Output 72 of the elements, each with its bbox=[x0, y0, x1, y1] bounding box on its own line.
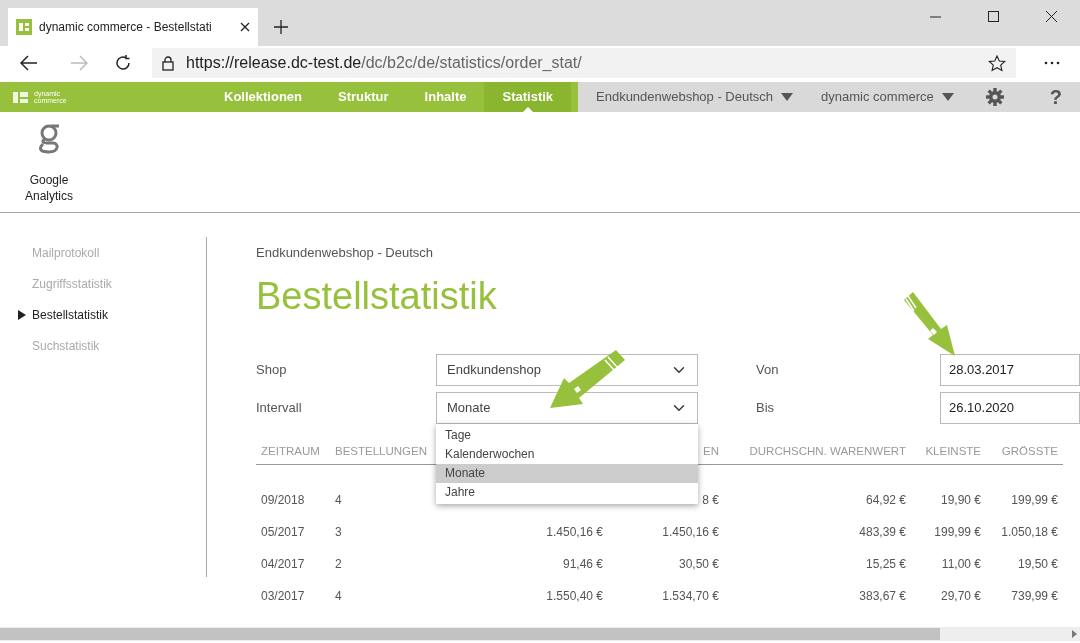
dropdown-option[interactable]: Monate bbox=[436, 464, 698, 483]
column-header: KLEINSTE bbox=[911, 436, 986, 465]
app-launcher[interactable]: Google Analytics bbox=[18, 112, 80, 212]
table-cell-text: 383,67 € bbox=[858, 588, 907, 606]
address-bar[interactable]: https://release.dc-test.de/dc/b2c/de/statistics/order_stat/ bbox=[152, 48, 1016, 78]
nav-dropdown[interactable]: Endkundenwebshop - Deutsch bbox=[596, 87, 794, 107]
date-field[interactable]: 26.10.2020 bbox=[940, 391, 1080, 424]
arrow-icon bbox=[18, 309, 26, 320]
table-cell-text: 64,92 € bbox=[864, 492, 907, 510]
logo-icon bbox=[12, 89, 30, 105]
field-label: Shop bbox=[256, 360, 288, 379]
table-cell-text: 1.450,16 € bbox=[661, 524, 720, 542]
shop-select[interactable]: Endkundenshop bbox=[436, 353, 698, 386]
settings-icon[interactable] bbox=[985, 88, 1004, 106]
caret-icon bbox=[781, 93, 794, 101]
table-cell-text: 2 bbox=[334, 556, 343, 574]
table-cell-text: 199,99 € bbox=[1010, 492, 1059, 510]
date-field[interactable]: 28.03.2017 bbox=[940, 353, 1080, 386]
pencil-icon bbox=[550, 349, 626, 409]
field-label: Bis bbox=[756, 398, 776, 417]
close-icon[interactable] bbox=[1045, 10, 1057, 22]
tab-title: dynamic commerce - Bestellstati bbox=[39, 19, 213, 36]
maximize-icon[interactable] bbox=[987, 10, 999, 22]
more-icon[interactable] bbox=[1044, 61, 1060, 65]
column-header: BESTELLUNGEN bbox=[330, 436, 434, 465]
back-icon[interactable] bbox=[20, 55, 38, 71]
interval-select[interactable]: Monate bbox=[436, 391, 698, 424]
table-cell-text: 29,70 € bbox=[939, 588, 982, 606]
table-cell-text: 91,46 € bbox=[561, 556, 604, 574]
table-cell-text: 19,50 € bbox=[1016, 556, 1059, 574]
table-cell-text: 3 bbox=[334, 524, 343, 542]
dropdown-option[interactable]: Jahre bbox=[436, 483, 698, 502]
close-icon[interactable] bbox=[240, 22, 250, 32]
table-cell-text: 1.534,70 € bbox=[661, 588, 720, 606]
star-icon[interactable] bbox=[988, 54, 1006, 72]
table-cell-text: 8 € bbox=[701, 492, 720, 510]
browser-tab[interactable]: dynamic commerce - Bestellstati bbox=[8, 8, 258, 46]
table-cell-text: 03/2017 bbox=[260, 588, 306, 606]
table-cell-text: 199,99 € bbox=[933, 524, 982, 542]
table-cell-text: 05/2017 bbox=[260, 524, 306, 542]
table-cell-text: 30,50 € bbox=[677, 556, 720, 574]
scrollbar[interactable] bbox=[0, 627, 1080, 641]
nav-dropdown[interactable]: dynamic commerce bbox=[821, 87, 954, 107]
field-label: Intervall bbox=[256, 398, 303, 417]
caret-icon bbox=[941, 93, 954, 101]
table-cell-text: 4 bbox=[334, 492, 343, 510]
page-title: Bestellstatistik bbox=[256, 274, 497, 317]
table-cell-text: 15,25 € bbox=[864, 556, 907, 574]
table-cell-text: 11,00 € bbox=[940, 556, 982, 574]
table-cell-text: 1.450,16 € bbox=[545, 524, 604, 542]
refresh-icon[interactable] bbox=[114, 54, 132, 72]
column-header: DURCHSCHN. WARENWERT bbox=[724, 436, 911, 465]
table-cell-text: 1.050,18 € bbox=[1000, 524, 1059, 542]
table-cell-text: 04/2017 bbox=[260, 556, 306, 574]
lock-icon bbox=[162, 55, 174, 71]
table-cell-text: 739,99 € bbox=[1010, 588, 1059, 606]
field-label: Von bbox=[756, 360, 780, 379]
table-cell-text: 1.550,40 € bbox=[545, 588, 604, 606]
pencil-icon bbox=[903, 291, 955, 357]
sidebar-item[interactable]: Bestellstatistik bbox=[0, 299, 207, 330]
table-cell-text: 483,39 € bbox=[858, 524, 907, 542]
url-text: https://release.dc-test.de/dc/b2c/de/statistics/order_stat/ bbox=[186, 53, 583, 73]
table-cell-text: 19,90 € bbox=[939, 492, 982, 510]
help-button[interactable]: ? bbox=[1049, 82, 1062, 112]
table-cell-text: 4 bbox=[334, 588, 343, 606]
column-header: GRÖSSTE bbox=[986, 436, 1063, 465]
scroll-right-icon[interactable] bbox=[1072, 630, 1077, 638]
new-tab-icon[interactable] bbox=[274, 20, 288, 34]
breadcrumb: Endkundenwebshop - Deutsch bbox=[256, 244, 435, 262]
column-header: ZEITRAUM bbox=[256, 436, 330, 465]
table-cell-text: 09/2018 bbox=[260, 492, 306, 510]
logo-icon bbox=[16, 19, 32, 35]
